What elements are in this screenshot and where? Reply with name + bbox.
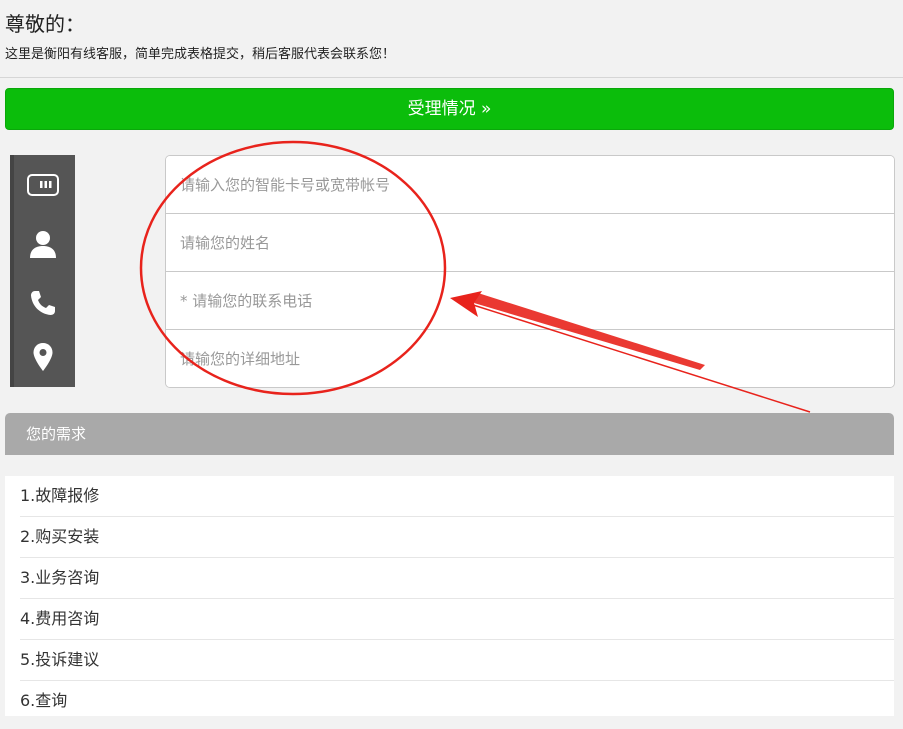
intro-text: 这里是衡阳有线客服，简单完成表格提交，稍后客服代表会联系您！	[5, 47, 396, 62]
needs-item-repair[interactable]: 1.故障报修	[20, 476, 894, 517]
header-divider	[0, 77, 903, 78]
location-pin-icon	[26, 340, 60, 374]
phone-icon	[26, 286, 60, 320]
needs-item-fee-inquiry[interactable]: 4.费用咨询	[20, 599, 894, 640]
contact-form	[165, 155, 895, 388]
name-input[interactable]	[166, 214, 894, 272]
greeting-title: 尊敬的：	[5, 12, 85, 36]
needs-header: 您的需求	[5, 413, 894, 455]
person-icon	[26, 227, 60, 261]
needs-item-query[interactable]: 6.查询	[20, 681, 894, 721]
card-icon	[26, 168, 60, 202]
account-number-input[interactable]	[166, 156, 894, 214]
phone-input[interactable]	[166, 272, 894, 330]
needs-item-complaint[interactable]: 5.投诉建议	[20, 640, 894, 681]
field-icon-rail	[10, 155, 75, 387]
needs-item-business-inquiry[interactable]: 3.业务咨询	[20, 558, 894, 599]
needs-list: 1.故障报修 2.购买安装 3.业务咨询 4.费用咨询 5.投诉建议 6.查询	[5, 476, 894, 716]
status-button[interactable]: 受理情况 »	[5, 88, 894, 130]
needs-item-purchase[interactable]: 2.购买安装	[20, 517, 894, 558]
address-input[interactable]	[166, 330, 894, 387]
